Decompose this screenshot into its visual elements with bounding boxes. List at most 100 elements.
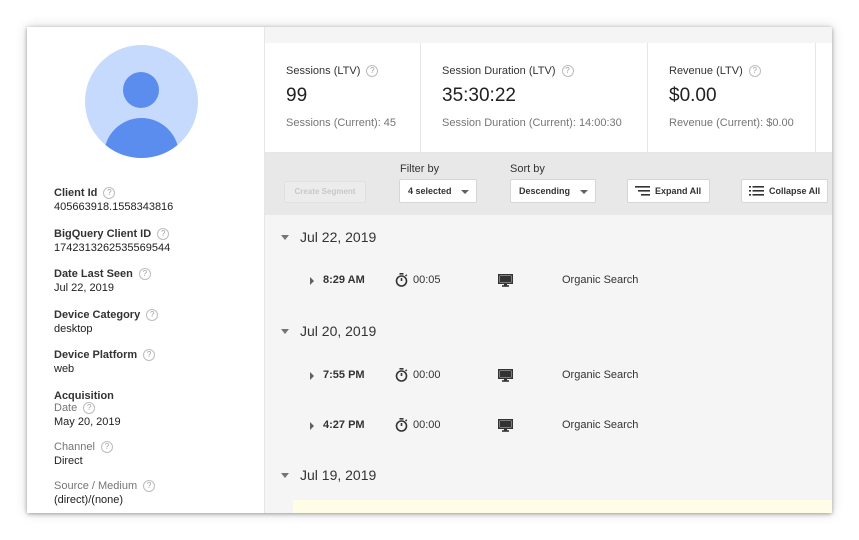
chevron-down-icon bbox=[580, 190, 588, 194]
collapse-triangle-icon bbox=[281, 234, 289, 240]
stat-title: Sessions (LTV) bbox=[286, 65, 361, 77]
highlighted-session-row[interactable] bbox=[293, 500, 832, 513]
acquisition-date-value: May 20, 2019 bbox=[54, 416, 121, 428]
stat-sessions: Sessions (LTV)? 99 Sessions (Current): 4… bbox=[265, 43, 421, 153]
stat-current: Session Duration (Current): 14:00:30 bbox=[442, 117, 622, 129]
session-source: Organic Search bbox=[562, 419, 639, 431]
date-label: Jul 22, 2019 bbox=[300, 229, 377, 245]
avatar bbox=[85, 45, 198, 158]
date-last-seen-value: Jul 22, 2019 bbox=[54, 282, 114, 294]
sort-value: Descending bbox=[519, 186, 571, 196]
collapse-all-button[interactable]: Collapse All bbox=[741, 179, 828, 203]
session-duration: 00:00 bbox=[413, 419, 441, 431]
device-category-label: Device Category bbox=[54, 309, 141, 321]
desktop-icon bbox=[498, 274, 513, 287]
session-duration: 00:00 bbox=[413, 369, 441, 381]
session-time: 7:55 PM bbox=[323, 369, 365, 381]
session-row[interactable]: 7:55 PM 00:00 Organic Search bbox=[265, 364, 832, 388]
stopwatch-icon bbox=[395, 418, 408, 432]
channel-value: Direct bbox=[54, 455, 83, 467]
expand-triangle-icon bbox=[310, 277, 314, 285]
collapse-all-icon bbox=[749, 186, 764, 196]
create-segment-button[interactable]: Create Segment bbox=[284, 181, 366, 203]
help-icon[interactable]: ? bbox=[143, 349, 156, 361]
client-id-value: 405663918.1558343816 bbox=[54, 201, 174, 213]
date-group-header[interactable]: Jul 20, 2019 bbox=[265, 319, 832, 343]
collapse-triangle-icon bbox=[281, 328, 289, 334]
help-icon[interactable]: ? bbox=[83, 402, 96, 414]
device-platform-label: Device Platform bbox=[54, 349, 138, 361]
session-row[interactable]: 4:27 PM 00:00 Organic Search bbox=[265, 414, 832, 438]
date-last-seen-label: Date Last Seen bbox=[54, 268, 133, 280]
stats-bar: Sessions (LTV)? 99 Sessions (Current): 4… bbox=[265, 43, 832, 153]
stat-title: Session Duration (LTV) bbox=[442, 65, 556, 77]
acquisition-section: Acquisition Date? May 20, 2019 bbox=[54, 390, 121, 428]
session-time: 8:29 AM bbox=[323, 274, 365, 286]
stat-value: $0.00 bbox=[669, 85, 717, 106]
expand-triangle-icon bbox=[310, 422, 314, 430]
stat-current: Revenue (Current): $0.00 bbox=[669, 117, 794, 129]
chevron-down-icon bbox=[461, 190, 469, 194]
source-medium-field: Source / Medium? (direct)/(none) bbox=[54, 480, 156, 506]
date-group-header[interactable]: Jul 22, 2019 bbox=[265, 225, 832, 249]
expand-all-label: Expand All bbox=[655, 186, 702, 196]
help-icon[interactable]: ? bbox=[100, 441, 113, 453]
stat-revenue: Revenue (LTV)? $0.00 Revenue (Current): … bbox=[648, 43, 816, 153]
device-platform-field: Device Platform? web bbox=[54, 349, 156, 375]
filter-dropdown[interactable]: 4 selected bbox=[399, 179, 477, 203]
help-icon[interactable]: ? bbox=[157, 228, 170, 240]
collapse-triangle-icon bbox=[281, 472, 289, 478]
client-id-field: Client Id? 405663918.1558343816 bbox=[54, 187, 173, 213]
filter-value: 4 selected bbox=[408, 186, 452, 196]
desktop-icon bbox=[498, 419, 513, 432]
avatar-head-icon bbox=[123, 72, 159, 108]
expand-all-icon bbox=[635, 186, 650, 196]
channel-label: Channel bbox=[54, 441, 95, 453]
session-source: Organic Search bbox=[562, 369, 639, 381]
help-icon[interactable]: ? bbox=[561, 65, 574, 77]
help-icon[interactable]: ? bbox=[146, 309, 159, 321]
source-medium-value: (direct)/(none) bbox=[54, 494, 124, 506]
desktop-icon bbox=[498, 369, 513, 382]
date-label: Jul 20, 2019 bbox=[300, 323, 377, 339]
stopwatch-icon bbox=[395, 368, 408, 382]
help-icon[interactable]: ? bbox=[103, 187, 116, 199]
acquisition-date-label: Date bbox=[54, 402, 78, 414]
stat-value: 35:30:22 bbox=[442, 85, 516, 106]
help-icon[interactable]: ? bbox=[366, 65, 379, 77]
session-timeline: Jul 22, 2019 8:29 AM 00:05 Organic Searc… bbox=[265, 215, 832, 513]
date-label: Jul 19, 2019 bbox=[300, 467, 377, 483]
expand-triangle-icon bbox=[310, 372, 314, 380]
main-panel: Sessions (LTV)? 99 Sessions (Current): 4… bbox=[265, 27, 832, 513]
source-medium-label: Source / Medium bbox=[54, 480, 138, 492]
stat-value: 99 bbox=[286, 85, 308, 106]
timeline-toolbar: Create Segment Filter by 4 selected Sort… bbox=[265, 153, 832, 215]
date-group-header[interactable]: Jul 19, 2019 bbox=[265, 463, 832, 487]
stat-title: Revenue (LTV) bbox=[669, 65, 743, 77]
acquisition-title: Acquisition bbox=[54, 390, 114, 402]
bigquery-client-id-field: BigQuery Client ID? 1742313262535569544 bbox=[54, 228, 170, 254]
channel-field: Channel? Direct bbox=[54, 441, 113, 467]
stopwatch-icon bbox=[395, 273, 408, 287]
expand-all-button[interactable]: Expand All bbox=[627, 179, 710, 203]
help-icon[interactable]: ? bbox=[138, 268, 151, 280]
sort-label: Sort by bbox=[510, 163, 545, 175]
sort-dropdown[interactable]: Descending bbox=[510, 179, 596, 203]
device-platform-value: web bbox=[54, 363, 75, 375]
stat-session-duration: Session Duration (LTV)? 35:30:22 Session… bbox=[421, 43, 648, 153]
session-row[interactable]: 8:29 AM 00:05 Organic Search bbox=[265, 269, 832, 293]
bigquery-client-id-value: 1742313262535569544 bbox=[54, 242, 171, 254]
help-icon[interactable]: ? bbox=[748, 65, 761, 77]
help-icon[interactable]: ? bbox=[143, 480, 156, 492]
session-duration: 00:05 bbox=[413, 274, 441, 286]
filter-label: Filter by bbox=[400, 163, 440, 175]
user-profile-sidebar: Client Id? 405663918.1558343816 BigQuery… bbox=[27, 27, 265, 513]
collapse-all-label: Collapse All bbox=[769, 186, 821, 196]
bigquery-client-id-label: BigQuery Client ID bbox=[54, 228, 152, 240]
session-source: Organic Search bbox=[562, 274, 639, 286]
avatar-body-icon bbox=[104, 118, 179, 158]
device-category-field: Device Category? desktop bbox=[54, 309, 159, 335]
user-explorer-window: Client Id? 405663918.1558343816 BigQuery… bbox=[27, 27, 832, 513]
date-last-seen-field: Date Last Seen? Jul 22, 2019 bbox=[54, 268, 151, 294]
device-category-value: desktop bbox=[54, 323, 93, 335]
